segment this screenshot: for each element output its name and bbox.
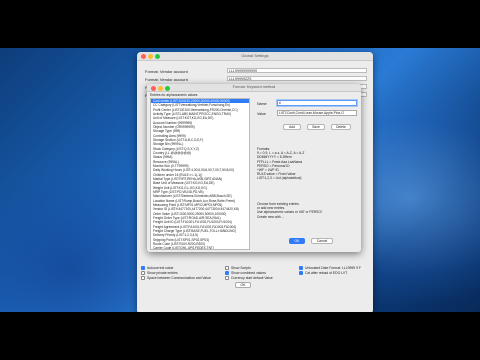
- letterbox-bottom: [0, 312, 480, 360]
- checkbox-box[interactable]: [225, 266, 229, 270]
- dialog-titlebar: Format: Keyword method: [147, 84, 361, 92]
- desktop-wallpaper: Global Settings Format: Vendor account L…: [0, 48, 480, 312]
- checkbox-box[interactable]: [141, 276, 145, 280]
- main-ok-button[interactable]: OK: [235, 282, 251, 288]
- checkbox-label: Space between Communication and Value: [147, 276, 211, 280]
- save-button[interactable]: Save: [307, 124, 325, 130]
- checkbox-label: Show private entries: [147, 271, 178, 275]
- format-field[interactable]: LLL99999ZZ9: [227, 76, 367, 81]
- help-note: Choose from existing entries or add new …: [257, 202, 357, 219]
- format-dialog: Format: Keyword method Entries for alpha…: [147, 84, 361, 252]
- checkbox-private-entries[interactable]: Show private entries: [141, 271, 178, 275]
- format-label: Format: Vendor account: [145, 69, 188, 74]
- checkbox-label: Autocorrect value: [147, 266, 174, 270]
- checkbox-show-scripts[interactable]: Show Scripts: [225, 266, 251, 270]
- dialog-ok-button[interactable]: OK: [289, 238, 305, 244]
- add-button[interactable]: Add: [283, 124, 301, 130]
- name-label: Name: [257, 102, 267, 106]
- letterbox-top: [0, 0, 480, 48]
- checkbox-space-between[interactable]: Space between Communication and Value: [141, 276, 211, 280]
- formats-help: Formats: 9 = 0-9, L = a-z, A = A-Z, A = …: [257, 147, 357, 181]
- checkbox-currency-default[interactable]: Currency start default Value: [225, 276, 273, 280]
- dialog-title: Format: Keyword method: [232, 85, 276, 89]
- list-item[interactable]: Carrier Code (LIST:DHL,UPS,FEDEX,TNT): [151, 246, 249, 249]
- name-input[interactable]: ti: [277, 100, 357, 106]
- checkbox-label: Cal after reload of EDO LVT: [305, 271, 348, 275]
- checkbox-autocorrect[interactable]: Autocorrect value: [141, 266, 173, 270]
- checkbox-box[interactable]: [225, 271, 229, 275]
- checkbox-label: Currency start default Value: [231, 276, 273, 280]
- checkbox-box[interactable]: [141, 271, 145, 275]
- window-title: Global Settings: [241, 53, 269, 58]
- checkbox-combined-values[interactable]: Show combined values: [225, 271, 266, 275]
- main-titlebar: Global Settings: [137, 52, 373, 61]
- checkbox-box[interactable]: [299, 271, 303, 275]
- value-input[interactable]: LIST:Conti,Conti,Lean,Mouse,Apple,Pinx,G: [277, 110, 357, 116]
- checkbox-label: Unlocated Date Format: LLL9999 9 F: [305, 266, 361, 270]
- note-line: Create new with ...: [257, 214, 285, 219]
- list-item[interactable]: Vendor ID (LIST:K4477100,4477200,4477300…: [151, 207, 249, 211]
- delete-button[interactable]: Delete: [331, 124, 351, 130]
- checkbox-box[interactable]: [299, 266, 303, 270]
- entries-list[interactable]: Cost center (LIST:1000/10,20000,30000,40…: [150, 98, 250, 250]
- checkbox-label: Show Scripts: [231, 266, 251, 270]
- options-area: Autocorrect value Show private entries S…: [141, 266, 369, 310]
- checkbox-reload[interactable]: Cal after reload of EDO LVT: [299, 271, 347, 275]
- value-label: Value: [257, 112, 266, 116]
- checkbox-box[interactable]: [141, 266, 145, 270]
- dialog-cancel-button[interactable]: Cancel: [311, 238, 333, 244]
- formats-line: LIST:1,2,3 = List (alphabetical): [257, 176, 302, 181]
- format-label: Format: Vendor account: [145, 77, 188, 82]
- checkbox-date-format[interactable]: Unlocated Date Format: LLL9999 9 F: [299, 266, 361, 270]
- entries-heading: Entries for alphanumeric values: [150, 93, 198, 97]
- format-field[interactable]: LLL99999999999: [227, 68, 367, 73]
- checkbox-label: Show combined values: [231, 271, 266, 275]
- checkbox-box[interactable]: [225, 276, 229, 280]
